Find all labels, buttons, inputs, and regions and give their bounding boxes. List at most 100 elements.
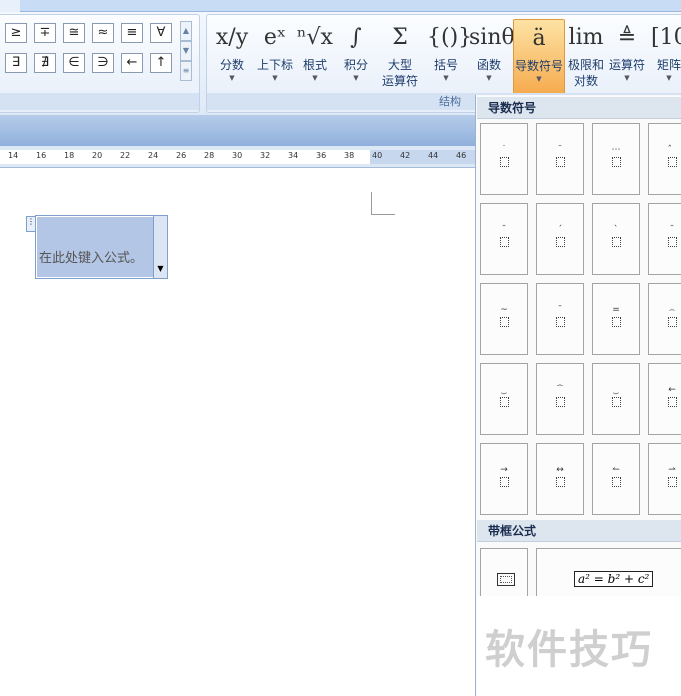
symbol-button[interactable]: ∓ [34, 23, 56, 43]
structure-icon: {()} [427, 25, 473, 50]
structure-icon: Σ [392, 25, 408, 50]
accent-tile[interactable]: ˘ [648, 203, 681, 275]
boxed-formula-tile[interactable]: a² = b² + c² [536, 548, 681, 598]
equation-handle-icon[interactable]: ⋮ [26, 216, 36, 232]
accent-tile[interactable]: ˙ [480, 123, 528, 195]
accent-tile[interactable]: ⋯ [592, 123, 640, 195]
equation-options-dropdown[interactable]: ▼ [153, 216, 167, 278]
accent-tile[interactable]: ⇀ [648, 443, 681, 515]
symbol-button[interactable]: ∄ [34, 53, 56, 73]
symbol-button[interactable]: ≥ [5, 23, 27, 43]
button-label: 大型 [387, 58, 412, 72]
accent-tile[interactable]: → [480, 443, 528, 515]
dropdown-arrow-icon: ▼ [229, 74, 235, 82]
scroll-down-button[interactable]: ▼ [180, 41, 192, 61]
structure-icon: ≜ [617, 25, 637, 50]
accent-tile[interactable]: = [592, 283, 640, 355]
button-label: 积分 [343, 58, 368, 72]
symbol-button[interactable]: ↑ [150, 53, 172, 73]
scroll-up-button[interactable]: ▲ [180, 21, 192, 41]
equation-box[interactable]: ⋮ 在此处键入公式。 ▼ [26, 215, 168, 279]
dropdown-arrow-icon: ▼ [272, 74, 278, 82]
button-label: 运算符 [608, 58, 645, 72]
symbol-button[interactable]: ≈ [92, 23, 114, 43]
accent-mark: ` [613, 225, 619, 235]
accent-tile[interactable]: ~ [480, 283, 528, 355]
ruler-tick: 22 [120, 151, 131, 160]
symbol-button[interactable]: ∀ [150, 23, 172, 43]
structure-button[interactable]: ≜ 运算符 ▼ [607, 19, 647, 97]
placeholder-box-icon [499, 397, 509, 407]
structure-button[interactable]: Σ 大型 运算符 [377, 19, 423, 97]
ruler-tick: 24 [148, 151, 159, 160]
accent-mark: ⏟ [501, 385, 507, 395]
accent-tile[interactable]: ⌢ [648, 283, 681, 355]
accent-tile[interactable]: ⏟ [592, 363, 640, 435]
accent-mark: ˘ [669, 225, 675, 235]
button-label: 导数符号 [514, 59, 563, 73]
placeholder-box-icon [667, 477, 677, 487]
structure-button[interactable]: ä 导数符号 ▼ [513, 19, 565, 97]
structure-icon: [10] [651, 25, 681, 50]
accent-tile[interactable]: ⏟ [480, 363, 528, 435]
symbol-button[interactable]: ∈ [63, 53, 85, 73]
placeholder-box-icon [667, 317, 677, 327]
symbol-button[interactable]: ≅ [63, 23, 85, 43]
ruler-tick: 40 [372, 151, 383, 160]
button-label: 括号 [433, 58, 458, 72]
accent-tile[interactable]: ← [648, 363, 681, 435]
accent-tile[interactable]: ↔ [536, 443, 584, 515]
structure-button[interactable]: x/y 分数 ▼ [213, 19, 251, 97]
placeholder-box-icon [499, 477, 509, 487]
ribbon-tab[interactable] [0, 0, 20, 12]
structure-button[interactable]: [10] 矩阵 ▼ [651, 19, 681, 97]
accent-tile[interactable]: ↼ [592, 443, 640, 515]
symbol-button[interactable]: ≡ [121, 23, 143, 43]
placeholder-box-icon [555, 157, 565, 167]
structure-icon: x/y [215, 25, 249, 50]
boxed-empty-tile[interactable] [480, 548, 528, 598]
structure-icon: ⁿ√x [297, 25, 333, 50]
accent-tile[interactable]: ¨ [536, 123, 584, 195]
ruler-tick: 18 [64, 151, 75, 160]
accent-tile[interactable]: ̂ [648, 123, 681, 195]
structure-button[interactable]: eˣ 上下标 ▼ [255, 19, 295, 97]
accent-tile[interactable]: ` [592, 203, 640, 275]
title-strip [0, 0, 681, 12]
structure-icon: lim [568, 25, 604, 50]
accent-tile[interactable]: ⏞ [536, 363, 584, 435]
structure-button[interactable]: ⁿ√x 根式 ▼ [295, 19, 335, 97]
structure-icon: ä [532, 26, 546, 51]
placeholder-box-icon [611, 397, 621, 407]
structure-button[interactable]: {()} 括号 ▼ [427, 19, 473, 97]
symbol-button[interactable]: ← [121, 53, 143, 73]
structure-icon: ∫ [350, 25, 362, 50]
symbol-button[interactable]: ∃ [5, 53, 27, 73]
dropdown-arrow-icon: ▼ [353, 74, 359, 82]
dropdown-arrow-icon: ▼ [486, 74, 492, 82]
ruler-tick: 14 [8, 151, 19, 160]
placeholder-box-icon [555, 477, 565, 487]
placeholder-box-icon [499, 237, 509, 247]
equation-placeholder[interactable]: 在此处键入公式。 [37, 217, 153, 277]
placeholder-box-icon [667, 157, 677, 167]
button-label: 矩阵 [656, 58, 681, 72]
section-header-boxed: 带框公式 [477, 520, 681, 542]
accent-mark: ↔ [556, 465, 564, 475]
symbol-button[interactable]: ∋ [92, 53, 114, 73]
accent-dropdown-panel: 导数符号 ˙ ¨ ⋯̂ ˘ ´ ` ˘ ~ ¯ = ⌢ ⏟ ⏞ ⏟ ← → ↔ ↼ ⇀ 带框公式 a² = b² +… [475, 95, 681, 696]
structure-button[interactable]: ∫ 积分 ▼ [337, 19, 375, 97]
expand-gallery-button[interactable]: ≡ [180, 61, 192, 81]
accent-mark: ¯ [557, 305, 563, 315]
document-toolbar-band [0, 115, 475, 146]
accent-tile[interactable]: ´ [536, 203, 584, 275]
accent-mark: ⇀ [668, 465, 676, 475]
accent-tile[interactable]: ˘ [480, 203, 528, 275]
structure-button[interactable]: lim 极限和 对数 [565, 19, 607, 97]
structure-button[interactable]: sinθ 函数 ▼ [469, 19, 515, 97]
accent-tile[interactable]: ¯ [536, 283, 584, 355]
horizontal-ruler[interactable]: 14 16 18 20 22 24 26 28 30 32 34 36 38 40 42 44 46 [0, 146, 475, 168]
dropdown-arrow-icon: ▼ [312, 74, 318, 82]
accent-mark: = [612, 305, 620, 315]
ruler-tick: 30 [232, 151, 243, 160]
